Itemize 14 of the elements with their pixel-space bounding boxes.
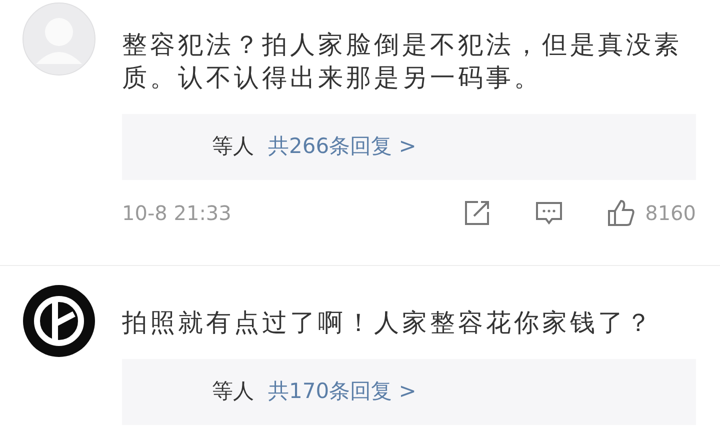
reply-users: 等人 (212, 133, 254, 160)
comment-time: 10-8 21:33 (122, 200, 232, 227)
comment-text: 拍照就有点过了啊！人家整容花你家钱了？ (122, 307, 655, 339)
replies-link[interactable]: 共170条回复 > (268, 376, 416, 408)
share-icon[interactable] (463, 199, 492, 227)
avatar-icon[interactable] (22, 284, 96, 358)
like-count: 8160 (645, 200, 696, 227)
replies-panel[interactable]: 等人 共170条回复 > (122, 359, 696, 425)
thumbs-up-icon[interactable] (607, 199, 636, 227)
replies-panel[interactable]: 等人 共266条回复 > (122, 114, 696, 180)
reply-users: 等人 (212, 378, 254, 406)
replies-link[interactable]: 共266条回复 > (268, 131, 416, 163)
comment-text: 整容犯法？拍人家脸倒是不犯法，但是真没素质。认不认得出来那是另一码事。 (122, 29, 682, 94)
comment-icon[interactable] (535, 199, 564, 227)
